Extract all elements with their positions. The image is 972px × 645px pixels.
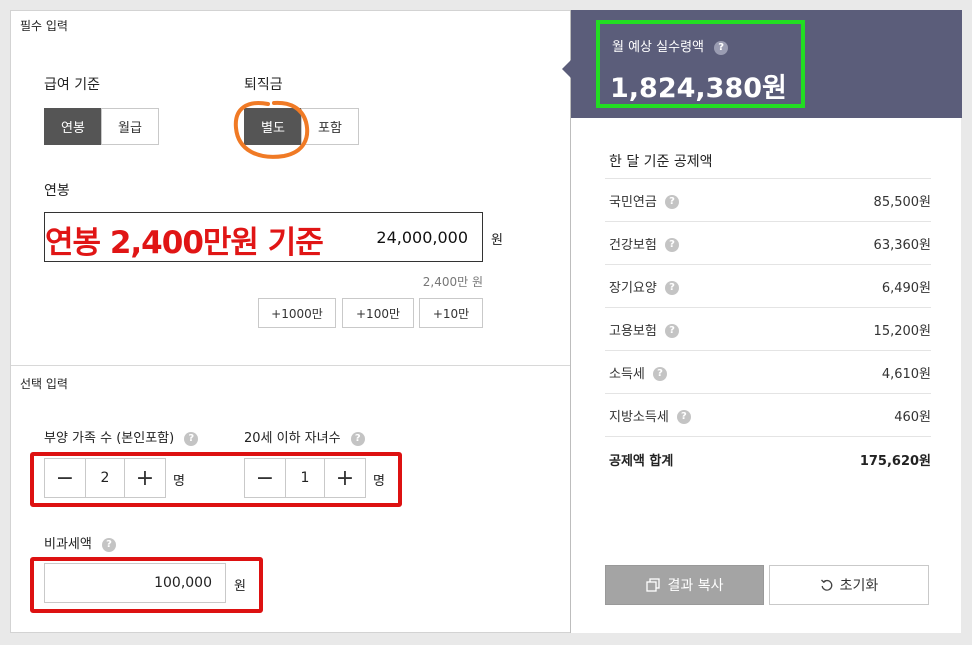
deduction-total-amount: 175,620원 xyxy=(859,454,931,469)
result-title-text: 월 예상 실수령액 xyxy=(612,40,704,55)
deduction-row: 소득세 ? 4,610원 xyxy=(605,351,931,394)
orange-highlight-circle xyxy=(233,100,310,159)
children-label: 20세 이하 자녀수 ? xyxy=(244,427,365,446)
deduction-amount: 15,200원 xyxy=(873,323,931,339)
required-section-title: 필수 입력 xyxy=(20,19,68,33)
deduction-row: 지방소득세 ? 460원 xyxy=(605,394,931,437)
add-100man-button[interactable]: +100만 xyxy=(342,298,414,328)
deduction-name: 국민연금 xyxy=(609,194,657,210)
help-icon[interactable]: ? xyxy=(664,195,679,209)
copy-result-label: 결과 복사 xyxy=(667,578,724,594)
deduction-amount: 460원 xyxy=(894,409,931,425)
nontax-label-text: 비과세액 xyxy=(44,537,92,552)
add-10man-button[interactable]: +10만 xyxy=(419,298,483,328)
add-1000man-button[interactable]: +1000만 xyxy=(258,298,336,328)
severance-label: 퇴직금 xyxy=(244,77,283,93)
red-highlight-box xyxy=(30,452,402,507)
result-title: 월 예상 실수령액 ? xyxy=(612,36,729,55)
copy-icon xyxy=(645,578,660,592)
deduction-name: 장기요양 xyxy=(609,280,657,296)
salary-basis-label: 급여 기준 xyxy=(44,77,100,93)
deduction-total-row: 공제액 합계 175,620원 xyxy=(605,438,931,481)
salary-input-value: 24,000,000 xyxy=(376,228,468,247)
deduction-total-name: 공제액 합계 xyxy=(609,454,674,469)
copy-result-button[interactable]: 결과 복사 xyxy=(605,565,764,605)
help-icon[interactable]: ? xyxy=(676,410,691,424)
deduction-row: 장기요양 ? 6,490원 xyxy=(605,265,931,308)
salary-field-label: 연봉 xyxy=(44,183,70,199)
help-icon[interactable]: ? xyxy=(664,238,679,252)
reset-button[interactable]: 초기화 xyxy=(769,565,929,605)
optional-section-title: 선택 입력 xyxy=(20,377,68,391)
salary-basis-monthly-button[interactable]: 월급 xyxy=(101,108,159,145)
reset-icon xyxy=(820,579,833,591)
help-icon[interactable]: ? xyxy=(714,40,729,55)
red-highlight-box xyxy=(30,557,263,613)
salary-input[interactable]: 연봉 2,400만원 기준 24,000,000 xyxy=(44,212,483,262)
salary-summary: 2,400만 원 xyxy=(422,275,483,289)
deductions-title: 한 달 기준 공제액 xyxy=(609,154,713,170)
result-amount: 1,824,380원 xyxy=(610,73,787,104)
salary-overlay-text: 연봉 2,400만원 기준 xyxy=(45,225,324,261)
reset-label: 초기화 xyxy=(839,578,879,594)
help-icon[interactable]: ? xyxy=(101,537,116,552)
help-icon[interactable]: ? xyxy=(653,367,668,381)
help-icon[interactable]: ? xyxy=(664,281,679,295)
deduction-row: 국민연금 ? 85,500원 xyxy=(605,179,931,222)
deduction-amount: 85,500원 xyxy=(873,194,931,210)
help-icon[interactable]: ? xyxy=(664,324,679,338)
section-divider xyxy=(11,365,570,366)
deduction-amount: 63,360원 xyxy=(873,237,931,253)
header-pointer xyxy=(562,60,571,78)
help-icon[interactable]: ? xyxy=(350,431,365,446)
deduction-row: 건강보험 ? 63,360원 xyxy=(605,222,931,265)
deduction-amount: 6,490원 xyxy=(881,280,931,296)
result-panel: 월 예상 실수령액 ? 1,824,380원 한 달 기준 공제액 국민연금 ?… xyxy=(562,10,962,633)
deduction-amount: 4,610원 xyxy=(881,366,931,382)
salary-basis-annual-button[interactable]: 연봉 xyxy=(44,108,102,145)
deduction-name: 건강보험 xyxy=(609,237,657,253)
salary-unit: 원 xyxy=(491,233,503,248)
deduction-name: 지방소득세 xyxy=(609,409,669,425)
help-icon[interactable]: ? xyxy=(184,431,199,446)
dependents-label-text: 부양 가족 수 (본인포함) xyxy=(44,431,175,446)
deduction-row: 고용보험 ? 15,200원 xyxy=(605,308,931,351)
deduction-name: 소득세 xyxy=(609,366,645,382)
children-label-text: 20세 이하 자녀수 xyxy=(244,431,341,446)
nontax-label: 비과세액 ? xyxy=(44,533,116,552)
deduction-name: 고용보험 xyxy=(609,323,657,339)
dependents-label: 부양 가족 수 (본인포함) ? xyxy=(44,427,199,446)
